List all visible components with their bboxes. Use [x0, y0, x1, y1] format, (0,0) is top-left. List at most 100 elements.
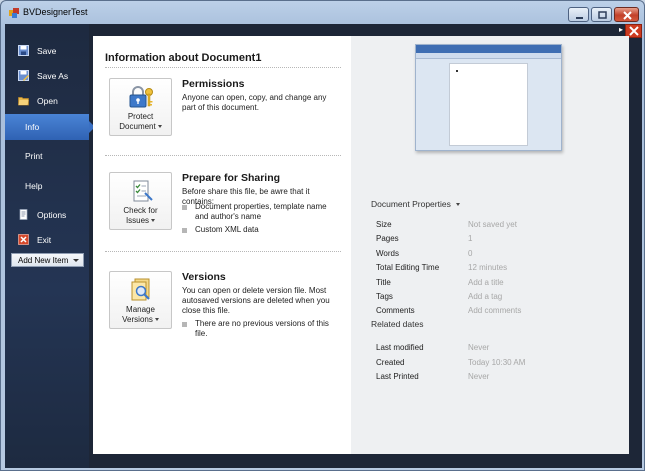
preview-titlebar	[416, 45, 561, 53]
property-key: Total Editing Time	[376, 263, 440, 272]
property-key: Comments	[376, 306, 415, 315]
property-row: Pages 1	[376, 234, 616, 246]
list-item: Custom XML data	[182, 225, 342, 235]
property-key: Title	[376, 278, 391, 287]
properties-pane: Document Properties Size Not saved yet P…	[351, 36, 629, 454]
nav-item-label: Save	[37, 46, 57, 56]
close-icon	[629, 26, 639, 36]
exit-icon	[18, 234, 29, 245]
nav-item-open[interactable]: Open	[5, 90, 89, 112]
nav-item-label: Help	[25, 181, 43, 191]
property-row: Title Add a title	[376, 278, 616, 290]
nav-item-options[interactable]: Options	[5, 204, 89, 226]
nav-item-save[interactable]: Save	[5, 40, 89, 62]
date-value: Today 10:30 AM	[468, 358, 526, 367]
protect-document-button[interactable]: Protect Document	[109, 78, 172, 136]
tags-field[interactable]: Add a tag	[468, 292, 502, 301]
section-description: Anyone can open, copy, and change any pa…	[182, 93, 327, 112]
pin-icon: ▸	[619, 25, 624, 34]
property-key: Words	[376, 249, 399, 258]
date-key: Last modified	[376, 343, 424, 352]
button-label: Issues	[110, 216, 171, 225]
minimize-button[interactable]	[568, 7, 589, 22]
nav-item-label: Exit	[37, 235, 52, 245]
preview-page	[449, 63, 528, 146]
add-new-item-dropdown[interactable]: Add New Item	[11, 253, 84, 267]
add-new-item-label: Add New Item	[18, 256, 69, 265]
manage-versions-button[interactable]: Manage Versions	[109, 271, 172, 329]
list-item: Document properties, template name and a…	[182, 202, 342, 222]
check-for-issues-button[interactable]: Check for Issues	[109, 172, 172, 230]
manage-versions-icon	[131, 278, 150, 301]
property-row: Comments Add comments	[376, 306, 616, 318]
lock-key-icon	[129, 86, 153, 108]
date-row: Last Printed Never	[376, 372, 616, 384]
nav-item-exit[interactable]: Exit	[5, 229, 89, 251]
backstage-view: Save Save As Open Info Print Help Option…	[5, 24, 642, 468]
window-title: BVDesignerTest	[23, 7, 88, 17]
chevron-down-icon	[455, 203, 460, 207]
property-value: 12 minutes	[468, 263, 508, 272]
preview-cursor	[456, 70, 458, 72]
close-button[interactable]	[614, 7, 639, 22]
nav-item-info[interactable]: Info	[5, 114, 95, 140]
document-preview-thumbnail[interactable]	[415, 44, 562, 151]
date-row: Created Today 10:30 AM	[376, 358, 616, 370]
button-label: Versions	[110, 315, 171, 324]
property-value: 1	[468, 234, 473, 243]
property-row: Words 0	[376, 249, 616, 261]
backstage-nav: Save Save As Open Info Print Help Option…	[5, 24, 95, 468]
nav-item-help[interactable]: Help	[5, 175, 89, 197]
date-value: Never	[468, 372, 490, 381]
checklist-icon	[133, 180, 153, 202]
app-icon	[9, 8, 19, 18]
close-icon	[623, 11, 632, 20]
section-title: Versions	[182, 271, 226, 283]
nav-item-print[interactable]: Print	[5, 145, 89, 167]
button-label: Document	[110, 122, 171, 131]
bullet-icon	[182, 228, 187, 233]
divider	[105, 251, 341, 252]
title-field[interactable]: Add a title	[468, 278, 504, 287]
property-value: 0	[468, 249, 473, 258]
bullet-icon	[182, 322, 187, 327]
comments-field[interactable]: Add comments	[468, 306, 521, 315]
button-label: Protect	[127, 112, 154, 121]
section-title: Permissions	[182, 78, 245, 90]
minimize-icon	[576, 17, 583, 19]
document-properties-dropdown[interactable]: Document Properties	[371, 199, 460, 209]
property-value: Not saved yet	[468, 220, 517, 229]
nav-item-label: Info	[25, 122, 40, 132]
property-key: Size	[376, 220, 392, 229]
chevron-down-icon	[151, 219, 156, 223]
property-row: Total Editing Time 12 minutes	[376, 263, 616, 275]
bullet-icon	[182, 205, 187, 210]
nav-item-label: Print	[25, 151, 43, 161]
save-as-icon	[18, 70, 29, 81]
nav-item-label: Save As	[37, 71, 69, 81]
title-bar[interactable]: BVDesignerTest	[1, 1, 644, 25]
section-title: Prepare for Sharing	[182, 172, 281, 184]
date-key: Last Printed	[376, 372, 419, 381]
nav-item-label: Options	[37, 210, 67, 220]
property-key: Tags	[376, 292, 393, 301]
property-row: Tags Add a tag	[376, 292, 616, 304]
maximize-button[interactable]	[591, 7, 612, 22]
options-icon	[19, 209, 28, 220]
button-label: Check for	[123, 206, 158, 215]
button-label: Manage	[126, 305, 155, 314]
related-dates-header: Related dates	[371, 319, 424, 329]
nav-item-label: Open	[37, 96, 58, 106]
chevron-down-icon	[157, 125, 162, 129]
date-row: Last modified Never	[376, 343, 616, 355]
property-key: Pages	[376, 234, 399, 243]
preview-ribbon	[416, 53, 561, 59]
date-key: Created	[376, 358, 405, 367]
nav-item-save-as[interactable]: Save As	[5, 65, 89, 87]
chevron-down-icon	[154, 318, 159, 322]
page-title: Information about Document1	[105, 52, 262, 64]
maximize-icon	[598, 11, 607, 19]
open-folder-icon	[18, 97, 29, 106]
property-row: Size Not saved yet	[376, 220, 616, 232]
chevron-down-icon	[73, 259, 79, 262]
